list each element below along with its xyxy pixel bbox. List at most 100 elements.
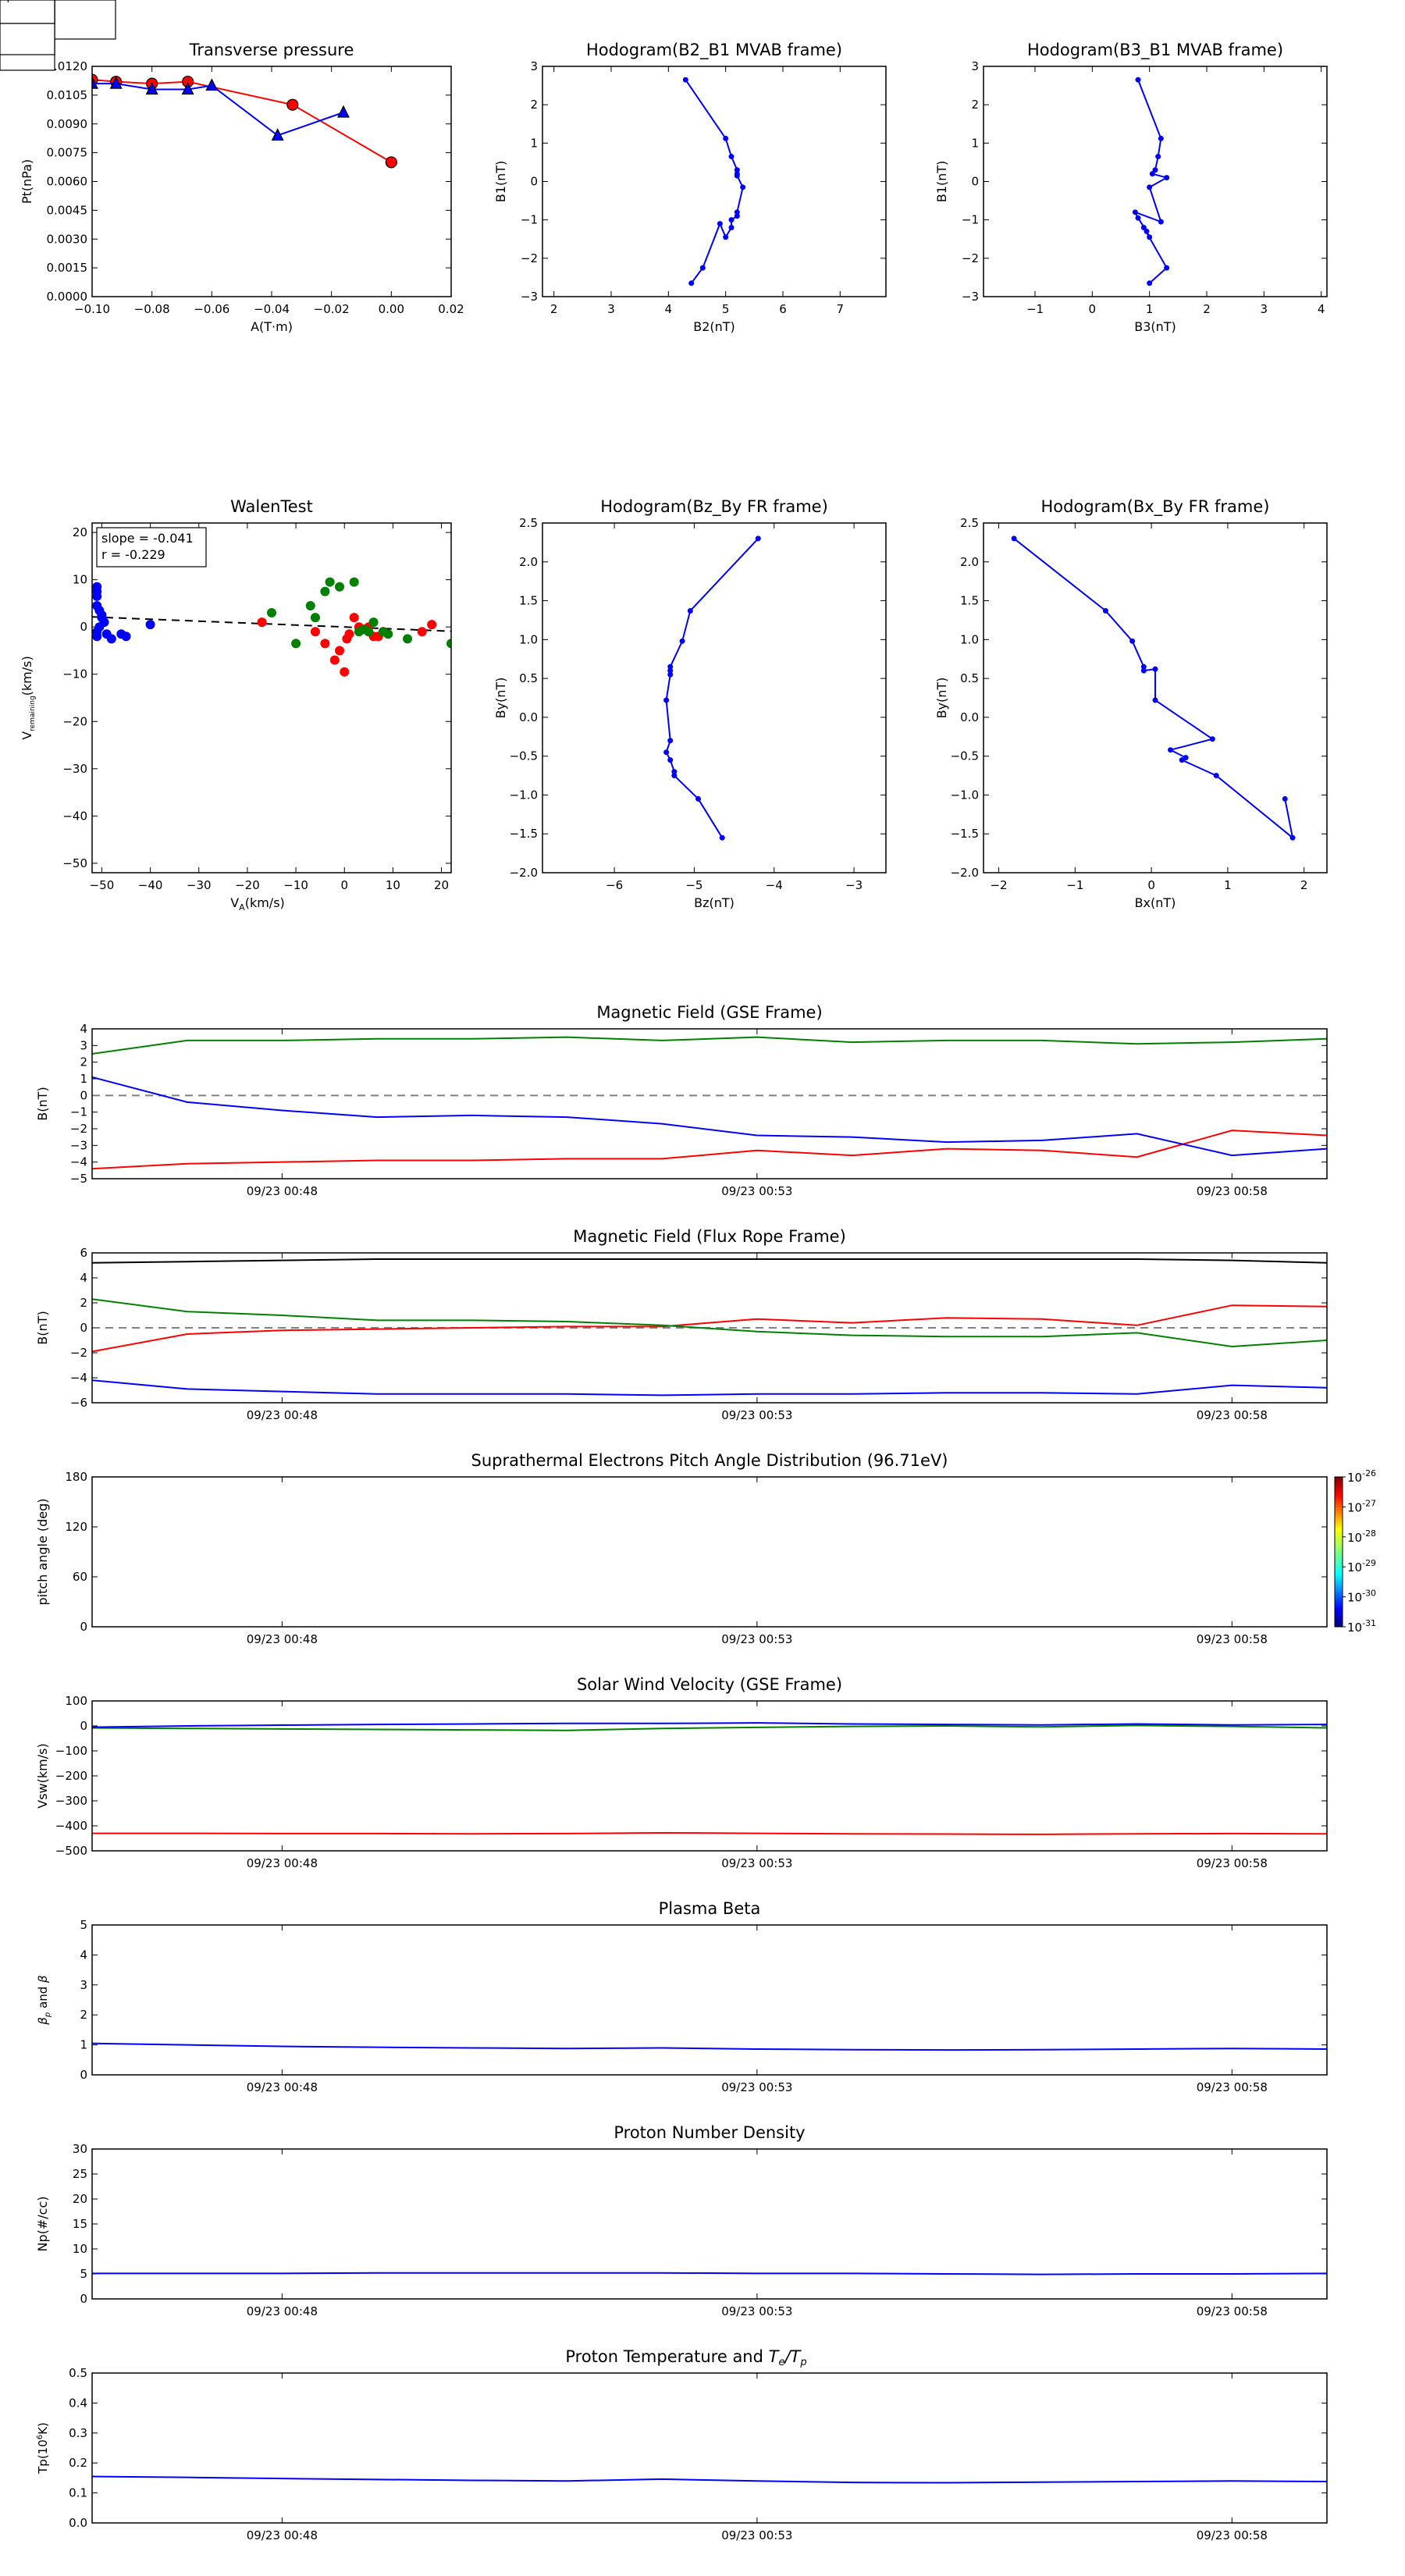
axis-ticks: −50 −40 −30 −20 −10 0 10 20 −50 −40 −30 −20 −10 0 10 20 [62,523,451,892]
y-tick-label: 100 [65,1694,87,1708]
series-line [1133,79,1169,284]
data-point [734,213,740,219]
y-tick-label: 0.0045 [47,203,88,217]
axis-ticks: −5 −4 −3 −2 −1 0 1 2 3 4 09/23 00:48 09/23 00:53 09/… [70,1022,1327,1198]
data-point [92,591,102,601]
y-tick-label: 180 [65,1470,87,1484]
x-tick-label: 0 [340,878,348,892]
colorbar-exponent: -31 [1362,1618,1376,1628]
y-tick-label: 2 [80,1296,87,1310]
y-tick-label: 0 [971,175,979,189]
x-tick-label: 09/23 00:53 [721,1632,792,1646]
x-tick-label: 6 [779,302,787,316]
data-point [320,586,330,596]
y-tick-label: 3 [971,59,979,73]
chart-title: Proton Temperature and Te/Tp [565,2347,806,2368]
colorbar-exponent: -29 [1362,1558,1376,1568]
y-tick-label: 20 [73,525,87,539]
x-tick-label: 09/23 00:48 [247,1184,318,1198]
series-Vy [92,1724,1327,1731]
x-tick-label: 0 [1089,302,1097,316]
data-point [325,577,335,587]
x-tick-label: 09/23 00:58 [1197,2080,1268,2094]
data-point [310,627,320,637]
y-tick-label: 4 [80,1948,87,1962]
data-point [1135,76,1141,83]
x-axis-label: B3(nT) [1134,319,1176,334]
x-tick-label: 09/23 00:58 [1197,1184,1268,1198]
data-point [1164,175,1170,181]
series-Bx [92,1130,1327,1170]
x-tick-label: 09/23 00:53 [721,2304,792,2318]
figure: Transverse pressure0.00000.00150.00300.0… [0,0,1376,2542]
axis-ticks: 0 1 2 3 4 5 09/23 00:48 09/23 00:53 09/23 00:58 [80,1918,1327,2094]
chart-np: Proton Number Density 0 5 10 15 20 25 30 09/23 0… [35,2123,1328,2318]
legend: Tp [0,0,55,24]
series-line [665,538,759,838]
data-point [417,627,427,637]
y-tick-label: 6 [80,1246,87,1260]
data-point [1147,280,1153,286]
data-point [717,221,723,227]
series-s2 [267,577,451,649]
data-point [1179,757,1185,763]
data-point [1011,535,1017,542]
x-tick-label: 09/23 00:48 [247,1856,318,1870]
y-axis-label: B1(nT) [934,161,949,203]
data-point [1102,607,1108,614]
colorbar-base: 10 [1347,1500,1362,1514]
y-tick-label: 1 [80,2038,87,2052]
y-tick-label: 0 [80,1620,87,1634]
chart-pad: Suprathermal Electrons Pitch Angle Distr… [35,1451,1376,1646]
y-tick-label: −1.0 [951,788,979,802]
y-tick-label: 0.5 [960,671,979,685]
colorbar-label: 10-30 [1347,1589,1376,1605]
colorbar: 10-2610-2710-2810-2910-3010-31 [1334,1468,1376,1635]
y-tick-label: 3 [530,59,538,73]
data-point [1164,265,1170,271]
x-tick-label: 2 [1300,878,1308,892]
data-point [1129,638,1136,644]
x-tick-label: 09/23 00:58 [1197,2304,1268,2318]
y-tick-label: 0.0030 [47,232,88,246]
chart-title: WalenTest [230,497,313,516]
colorbar-exponent: -28 [1362,1528,1376,1539]
x-tick-label: −0.02 [314,302,350,316]
x-tick-label: 20 [434,878,449,892]
plot-area [92,2475,1327,2484]
x-tick-label: −20 [235,878,260,892]
axis-ticks: 0.00000.00150.00300.00450.00600.00750.00… [47,59,464,316]
chart-tpp: Proton Temperature and Te/Tp0.00.10.20.3… [0,0,1328,2542]
y-axis-label: Tp(106K) [36,2422,50,2475]
x-tick-label: 09/23 00:48 [247,2304,318,2318]
y-axis-label: βp and β [36,1975,52,2026]
y-tick-label: 30 [73,2142,87,2156]
series-s0 [663,535,761,841]
y-tick-label: 0.0090 [47,117,88,131]
x-tick-label: 10 [386,878,400,892]
y-tick-label: −0.5 [951,749,979,763]
x-tick-label: −0.10 [74,302,110,316]
chart-title: Hodogram(B3_B1 MVAB frame) [1027,41,1283,60]
y-tick-label: 0.4 [69,2396,87,2410]
y-tick-label: −30 [62,762,87,776]
series-line [92,1130,1327,1170]
plot-area [92,2042,1327,2051]
plot-frame [91,2148,1328,2300]
series-B [92,1258,1327,1264]
plot-area [1132,76,1170,286]
colorbar-label: 10-29 [1347,1558,1376,1574]
series-line [92,2272,1327,2275]
data-point [364,627,374,637]
data-point [1140,225,1147,230]
chart-walen: WalenTest −50 −40 −30 −20 −10 0 10 20 −50 −40 −30 −2… [20,497,452,913]
data-point [145,620,155,630]
y-tick-label: −3 [521,290,538,304]
series-s0 [92,582,155,644]
annotation-text: r = -0.229 [101,547,165,562]
x-tick-label: 09/23 00:48 [247,1408,318,1422]
y-tick-label: 1.5 [960,594,979,608]
data-point [1289,834,1296,841]
y-tick-label: 2.0 [960,555,979,569]
y-tick-label: 0.5 [519,671,538,685]
